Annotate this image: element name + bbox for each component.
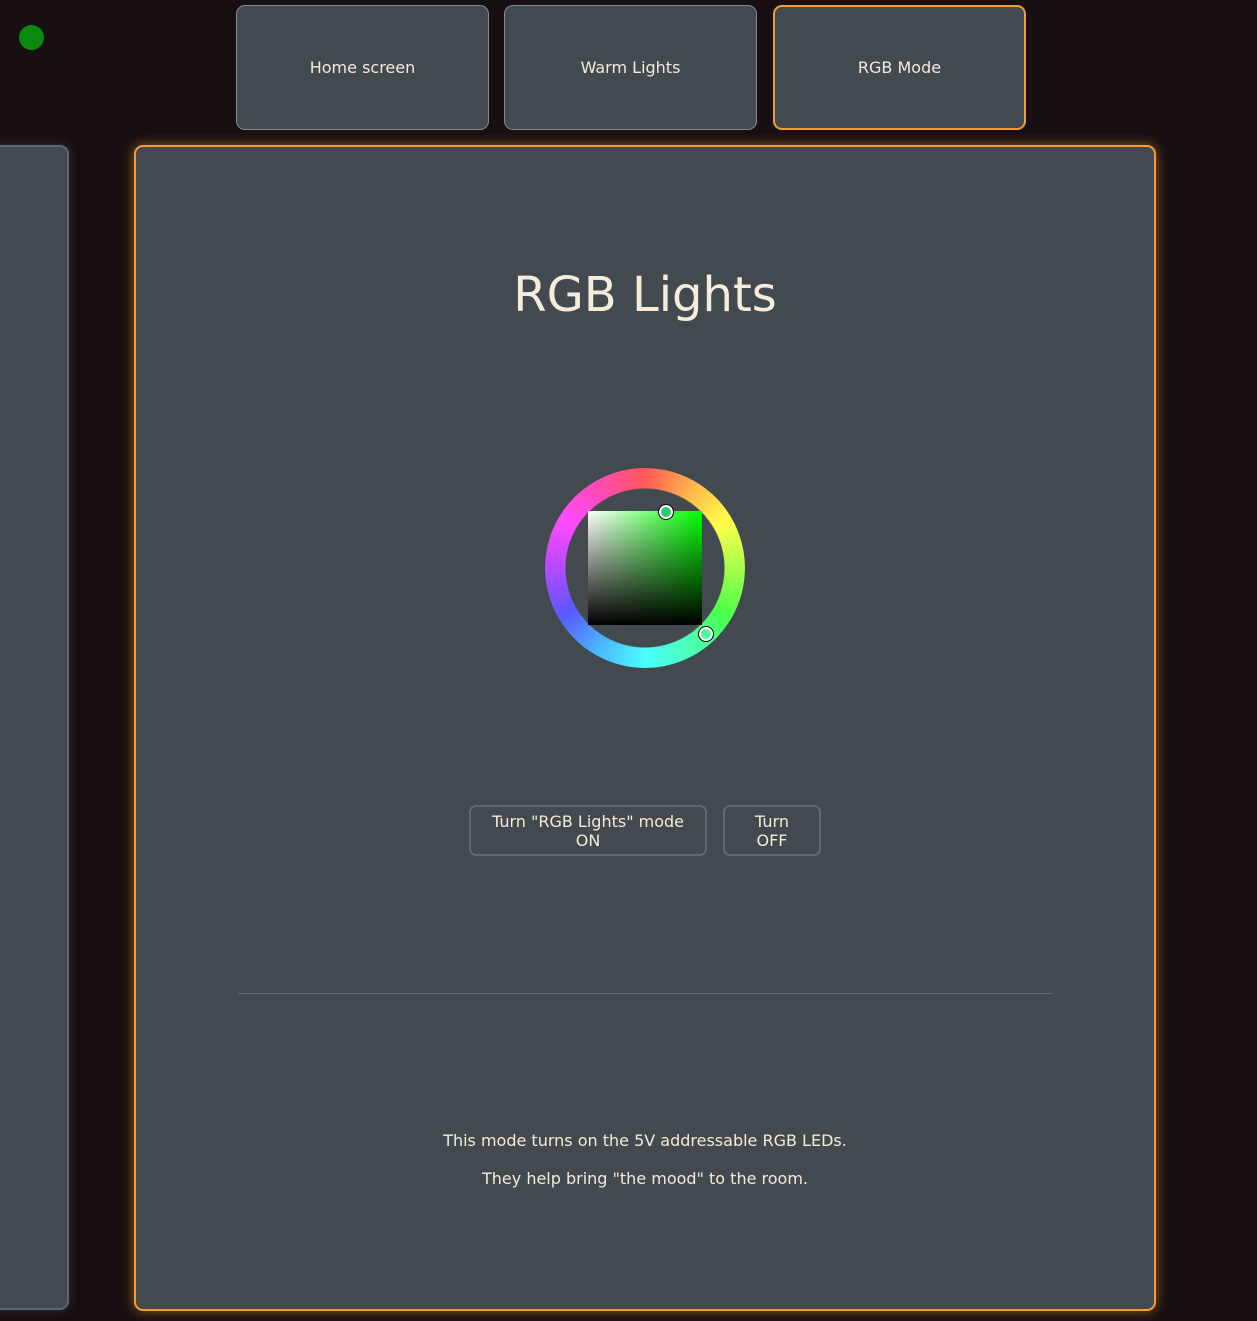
main-panel: RGB Lights Turn "RGB Lights" mode ON Tur… [134,145,1156,1311]
tab-warm-lights-label: Warm Lights [580,58,681,77]
color-picker[interactable] [545,468,745,668]
tab-rgb-mode-label: RGB Mode [857,58,942,77]
mode-buttons: Turn "RGB Lights" mode ON Turn OFF [136,805,1154,856]
description-line-2: They help bring "the mood" to the room. [482,1169,808,1188]
hue-handle[interactable] [699,627,713,641]
tab-warm-lights[interactable]: Warm Lights [504,5,757,130]
connection-status-indicator [19,25,44,50]
turn-off-button[interactable]: Turn OFF [723,805,821,856]
saturation-value-square[interactable] [588,511,702,625]
description-line-1: This mode turns on the 5V addressable RG… [443,1131,847,1150]
saturation-value-handle[interactable] [659,505,673,519]
tab-rgb-mode[interactable]: RGB Mode [773,5,1026,130]
side-panel [0,145,69,1310]
divider [238,993,1053,994]
turn-on-button[interactable]: Turn "RGB Lights" mode ON [469,805,707,856]
page-title: RGB Lights [513,267,777,323]
tab-home-screen[interactable]: Home screen [236,5,489,130]
tab-home-screen-label: Home screen [309,58,416,77]
